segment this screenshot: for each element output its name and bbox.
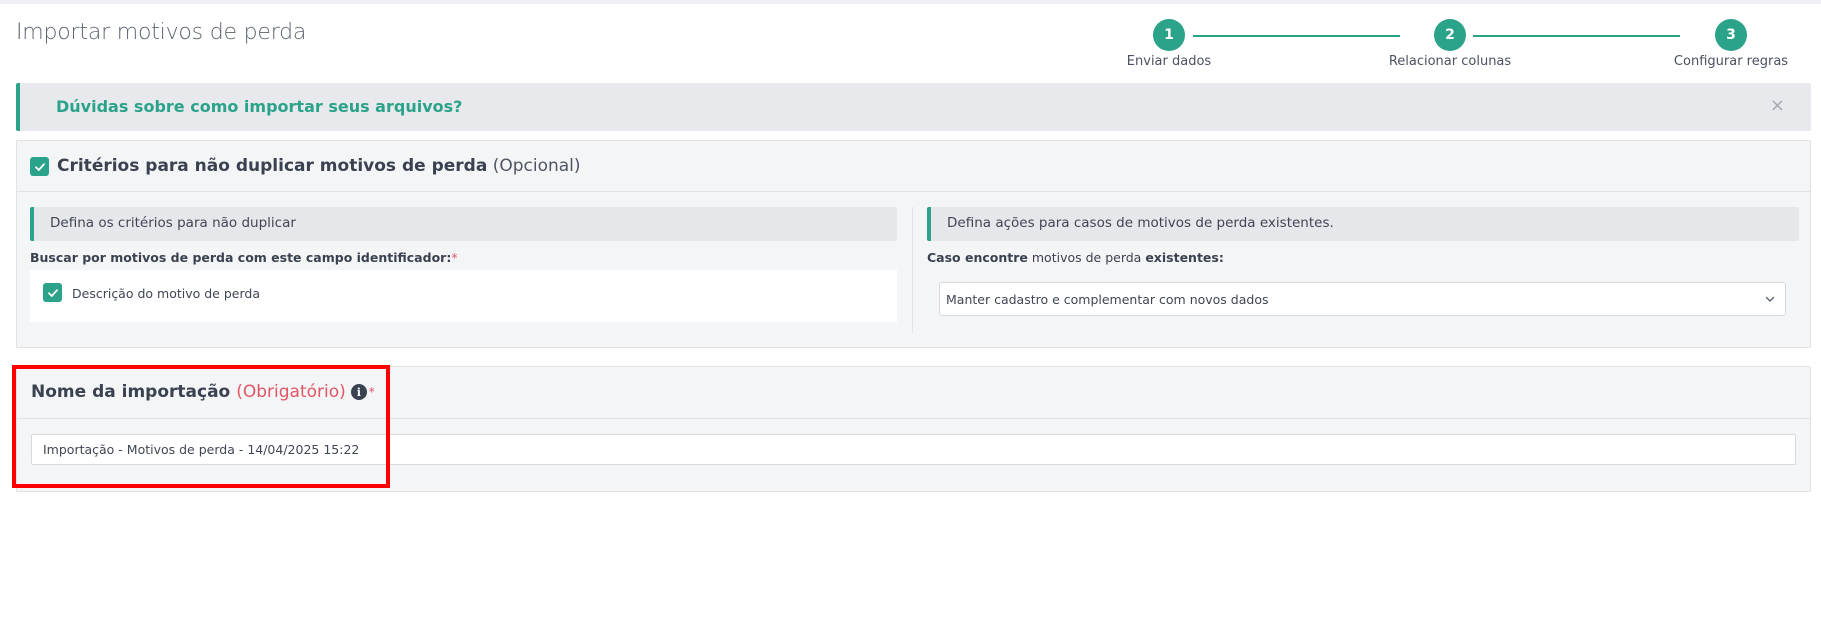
step-3-label: Configurar regras bbox=[1673, 54, 1789, 69]
import-name-title-bold: Nome da importação bbox=[31, 382, 231, 402]
import-name-header: Nome da importação (Obrigatório) i * bbox=[17, 367, 1810, 419]
criteria-title-optional: (Opcional) bbox=[492, 156, 581, 176]
criteria-card-title: Critérios para não duplicar motivos de p… bbox=[57, 156, 581, 176]
existing-action-label: Caso encontre motivos de perda existente… bbox=[927, 250, 1799, 265]
check-icon bbox=[34, 162, 45, 171]
check-icon bbox=[47, 288, 58, 297]
criteria-card-header: Critérios para não duplicar motivos de p… bbox=[17, 141, 1810, 192]
step-2-label: Relacionar colunas bbox=[1388, 54, 1512, 69]
existing-action-select-value: Manter cadastro e complementar com novos… bbox=[946, 292, 1269, 307]
step-3-circle[interactable]: 3 bbox=[1715, 19, 1747, 51]
criteria-card: Critérios para não duplicar motivos de p… bbox=[16, 140, 1811, 348]
help-banner-link[interactable]: Dúvidas sobre como importar seus arquivo… bbox=[56, 97, 462, 116]
import-name-input[interactable] bbox=[31, 434, 1796, 465]
criteria-right-column: Defina ações para casos de motivos de pe… bbox=[927, 207, 1799, 316]
help-banner: Dúvidas sobre como importar seus arquivo… bbox=[16, 83, 1811, 131]
import-name-required-text: (Obrigatório) bbox=[236, 382, 346, 402]
criteria-left-column: Defina os critérios para não duplicar Bu… bbox=[30, 207, 897, 322]
identifier-options: Descrição do motivo de perda bbox=[30, 270, 897, 322]
info-icon[interactable]: i bbox=[350, 384, 367, 400]
existing-label-part3: existentes: bbox=[1145, 250, 1224, 265]
identifier-label-text: Buscar por motivos de perda com este cam… bbox=[30, 250, 452, 265]
required-mark: * bbox=[368, 385, 375, 399]
existing-label-part2: motivos de perda bbox=[1031, 250, 1142, 265]
existing-label-part1: Caso encontre bbox=[927, 250, 1028, 265]
progress-stepper: 1 Enviar dados 2 Relacionar colunas 3 Co… bbox=[1126, 16, 1788, 76]
existing-action-select[interactable]: Manter cadastro e complementar com novos… bbox=[939, 282, 1786, 316]
identifier-field-label: Buscar por motivos de perda com este cam… bbox=[30, 250, 897, 265]
import-name-card: Nome da importação (Obrigatório) i * bbox=[16, 366, 1811, 492]
column-divider bbox=[912, 207, 913, 333]
required-mark: * bbox=[451, 250, 458, 265]
step-2-circle[interactable]: 2 bbox=[1434, 19, 1466, 51]
description-checkbox-label[interactable]: Descrição do motivo de perda bbox=[72, 286, 260, 301]
criteria-left-header: Defina os critérios para não duplicar bbox=[30, 207, 897, 241]
step-connector-2-3 bbox=[1473, 35, 1680, 37]
top-border bbox=[0, 0, 1821, 4]
page-title: Importar motivos de perda bbox=[16, 20, 307, 45]
criteria-toggle-checkbox[interactable] bbox=[30, 157, 49, 176]
criteria-title-bold: Critérios para não duplicar motivos de p… bbox=[57, 156, 488, 176]
chevron-down-icon bbox=[1765, 296, 1775, 302]
step-1-circle[interactable]: 1 bbox=[1153, 19, 1185, 51]
criteria-right-header: Defina ações para casos de motivos de pe… bbox=[927, 207, 1799, 241]
step-connector-1-2 bbox=[1193, 35, 1400, 37]
description-checkbox[interactable] bbox=[43, 283, 62, 302]
import-name-title: Nome da importação (Obrigatório) i * bbox=[31, 382, 375, 402]
close-icon[interactable]: × bbox=[1770, 95, 1785, 116]
step-1-label: Enviar dados bbox=[1126, 54, 1212, 69]
